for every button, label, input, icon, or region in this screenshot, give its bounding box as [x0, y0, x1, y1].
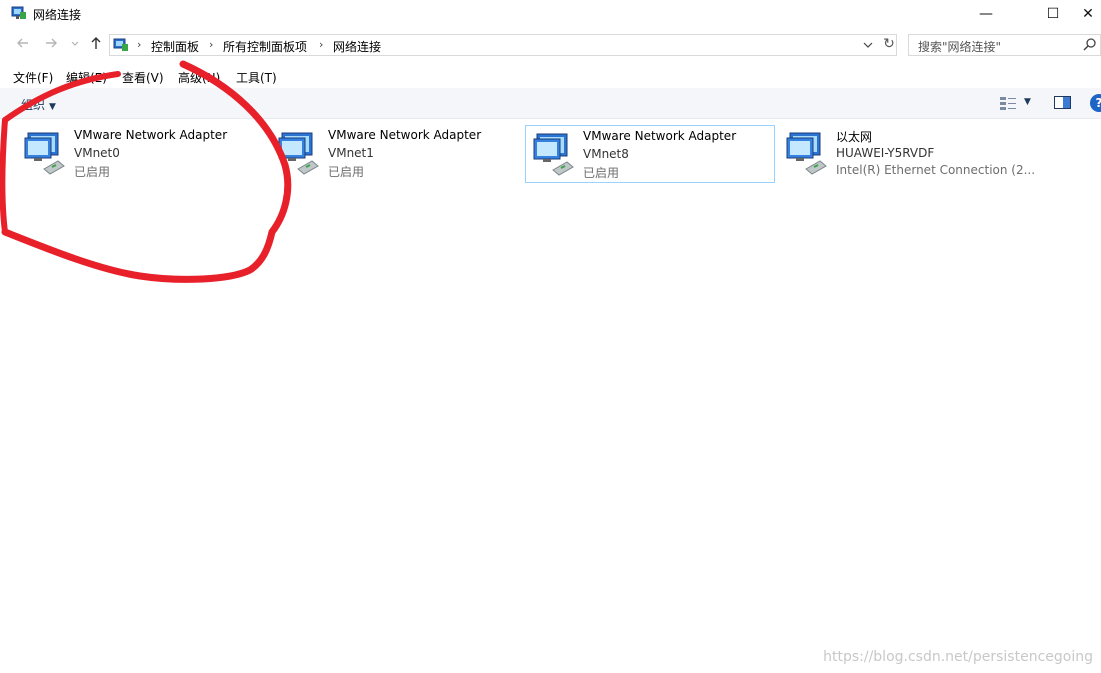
adapter-status: 已启用 — [583, 166, 620, 180]
organize-label: 组织 — [21, 98, 46, 112]
search-icon[interactable] — [1082, 37, 1098, 53]
adapter-item[interactable]: VMware Network Adapter VMnet0 已启用 — [17, 125, 267, 183]
close-button[interactable]: ✕ — [1075, 0, 1101, 28]
arrow-right-icon — [46, 38, 57, 48]
adapter-network: VMnet0 — [74, 146, 120, 160]
adapter-network: VMnet8 — [583, 147, 629, 161]
search-input[interactable]: 搜索"网络连接" — [908, 34, 1101, 56]
refresh-icon[interactable]: ↻ — [881, 36, 897, 52]
breadcrumb-separator: › — [209, 38, 214, 51]
search-placeholder: 搜索"网络连接" — [918, 40, 1002, 54]
arrow-up-icon — [91, 37, 101, 49]
adapter-name: VMware Network Adapter — [74, 128, 228, 142]
breadcrumb-network-connections[interactable]: 网络连接 — [333, 38, 381, 55]
change-view-icon[interactable] — [999, 95, 1017, 111]
menu-file[interactable]: 文件(F) — [13, 69, 53, 86]
back-button[interactable] — [14, 35, 32, 53]
adapter-status: Intel(R) Ethernet Connection (2... — [836, 163, 1036, 177]
watermark: https://blog.csdn.net/persistencegoing — [823, 649, 1093, 665]
adapter-status: 已启用 — [328, 165, 365, 179]
menu-advanced[interactable]: 高级(N) — [178, 69, 220, 86]
menu-view[interactable]: 查看(V) — [122, 69, 164, 86]
command-bar: 组织▼ ▼ ? — [0, 88, 1101, 119]
title-bar: 网络连接 — ☐ ✕ — [0, 0, 1101, 28]
adapter-item[interactable]: VMware Network Adapter VMnet1 已启用 — [271, 125, 521, 183]
menu-bar: 文件(F) 编辑(E) 查看(V) 高级(N) 工具(T) — [0, 66, 1101, 86]
preview-pane-icon[interactable] — [1054, 96, 1071, 109]
chevron-down-icon — [71, 41, 79, 46]
network-adapter-icon — [24, 132, 65, 175]
minimize-button[interactable]: — — [963, 0, 1009, 28]
address-dropdown-icon[interactable] — [863, 38, 873, 55]
adapter-list: VMware Network Adapter VMnet0 已启用 VMware… — [0, 119, 1101, 673]
adapter-name: VMware Network Adapter — [583, 129, 737, 143]
adapter-name: VMware Network Adapter — [328, 128, 482, 142]
menu-edit[interactable]: 编辑(E) — [66, 69, 107, 86]
breadcrumb-all-items[interactable]: 所有控制面板项 — [223, 38, 307, 55]
up-button[interactable] — [87, 35, 105, 53]
network-adapter-icon — [533, 133, 574, 176]
network-adapter-icon — [786, 132, 827, 175]
forward-button[interactable] — [42, 35, 60, 53]
network-connections-icon — [11, 6, 26, 19]
caret-down-icon: ▼ — [49, 102, 56, 112]
recent-locations-button[interactable] — [66, 35, 84, 53]
adapter-name: 以太网 — [836, 130, 873, 144]
control-panel-icon — [113, 38, 128, 51]
help-icon[interactable]: ? — [1090, 94, 1101, 112]
breadcrumb-separator: › — [319, 38, 324, 51]
adapter-item[interactable]: 以太网 HUAWEI-Y5RVDF Intel(R) Ethernet Conn… — [779, 125, 1059, 183]
arrow-left-icon — [17, 38, 28, 48]
breadcrumb-separator: › — [137, 38, 142, 51]
organize-button[interactable]: 组织 ▼ — [21, 96, 56, 113]
menu-tools[interactable]: 工具(T) — [236, 69, 277, 86]
window-title: 网络连接 — [33, 8, 82, 22]
breadcrumb-control-panel[interactable]: 控制面板 — [151, 38, 199, 55]
adapter-item-selected[interactable]: VMware Network Adapter VMnet8 已启用 — [525, 125, 775, 183]
network-adapter-icon — [278, 132, 319, 175]
adapter-network: VMnet1 — [328, 146, 374, 160]
address-bar[interactable]: › 控制面板 › 所有控制面板项 › 网络连接 ↻ — [109, 34, 897, 56]
adapter-status: 已启用 — [74, 165, 111, 179]
maximize-button[interactable]: ☐ — [1030, 0, 1076, 28]
adapter-network: HUAWEI-Y5RVDF — [836, 146, 935, 160]
view-options-dropdown-icon[interactable]: ▼ — [1024, 97, 1031, 107]
